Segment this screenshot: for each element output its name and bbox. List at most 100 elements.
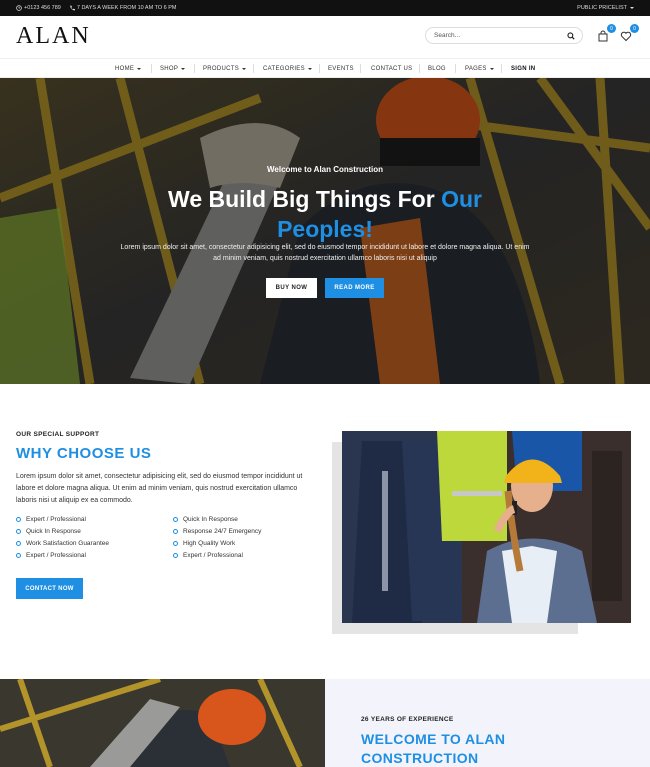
heart-icon (620, 31, 632, 42)
read-more-button[interactable]: READ MORE (325, 278, 384, 298)
chevron-down-icon (489, 67, 494, 70)
circle-bullet-icon (173, 553, 178, 558)
nav-item-contact-us[interactable]: CONTACT US (371, 59, 412, 78)
feature-label: Quick In Response (183, 516, 238, 523)
circle-bullet-icon (173, 517, 178, 522)
nav-label: CATEGORIES (263, 65, 305, 72)
nav-divider (455, 64, 456, 73)
feature-item: Expert / Professional (16, 516, 86, 523)
phone-text: +0123 456 789 (24, 5, 61, 11)
chevron-down-icon (137, 67, 142, 70)
hero-title: We Build Big Things For Our Peoples! (0, 184, 650, 244)
nav-divider (360, 64, 361, 73)
clock-icon (16, 5, 22, 11)
nav-label: BLOG (428, 65, 446, 72)
hero-title-text: We Build Big Things For (168, 186, 435, 212)
hero-description: Lorem ipsum dolor sit amet, consectetur … (120, 244, 530, 262)
feature-item: Expert / Professional (173, 552, 243, 559)
chevron-down-icon (630, 7, 634, 9)
nav-label: PRODUCTS (203, 65, 240, 72)
nav-divider (253, 64, 254, 73)
nav-label: SHOP (160, 65, 179, 72)
top-bar: +0123 456 789 7 DAYS A WEEK FROM 10 AM T… (0, 0, 650, 16)
search-input[interactable] (434, 32, 554, 39)
buy-now-button[interactable]: BUY NOW (266, 278, 317, 298)
about-title-line2: CONSTRUCTION (361, 750, 479, 766)
hero-subtitle: Welcome to Alan Construction (266, 165, 383, 174)
pricelist-dropdown[interactable]: PUBLIC PRICELIST (577, 5, 634, 11)
about-title-line1: WELCOME TO ALAN (361, 731, 506, 747)
nav-divider (194, 64, 195, 73)
experience-label: 26 YEARS OF EXPERIENCE (361, 716, 454, 723)
hours-text: 7 DAYS A WEEK FROM 10 AM TO 6 PM (76, 5, 177, 11)
feature-label: Response 24/7 Emergency (183, 528, 262, 535)
chevron-down-icon (307, 67, 312, 70)
feature-item: High Quality Work (173, 540, 235, 547)
nav-divider (151, 64, 152, 73)
wishlist-count-badge: 0 (630, 24, 639, 33)
feature-item: Expert / Professional (16, 552, 86, 559)
about-panel: 26 YEARS OF EXPERIENCE WELCOME TO ALAN C… (325, 679, 650, 767)
shopping-bag-icon (598, 30, 608, 42)
feature-item: Quick In Response (16, 528, 81, 535)
hero-title-highlight: Our (441, 186, 482, 212)
nav-divider (319, 64, 320, 73)
nav-item-products[interactable]: PRODUCTS (203, 59, 247, 78)
nav-label: SIGN IN (511, 65, 536, 72)
chevron-down-icon (242, 67, 247, 70)
about-title: WELCOME TO ALAN CONSTRUCTION (361, 730, 505, 767)
feature-label: Work Satisfaction Guarantee (26, 540, 109, 547)
feature-item: Work Satisfaction Guarantee (16, 540, 109, 547)
worker-pipe-image (0, 679, 325, 767)
top-bar-contact: +0123 456 789 7 DAYS A WEEK FROM 10 AM T… (16, 5, 177, 11)
circle-bullet-icon (16, 541, 21, 546)
cart-button[interactable]: 0 (597, 24, 616, 43)
nav-item-categories[interactable]: CATEGORIES (263, 59, 312, 78)
nav-item-pages[interactable]: PAGES (465, 59, 494, 78)
feature-label: High Quality Work (183, 540, 236, 547)
wishlist-button[interactable]: 0 (620, 24, 639, 43)
phone-info: +0123 456 789 (16, 5, 61, 11)
nav-divider (419, 64, 420, 73)
feature-label: Quick In Response (26, 528, 81, 535)
feature-label: Expert / Professional (183, 552, 243, 559)
section-eyebrow: OUR SPECIAL SUPPORT (16, 431, 100, 438)
nav-label: EVENTS (328, 65, 354, 72)
section-description: Lorem ipsum dolor sit amet, consectetur … (16, 473, 303, 504)
phone-icon (70, 5, 75, 11)
circle-bullet-icon (16, 517, 21, 522)
worker-woman-image (342, 431, 631, 623)
circle-bullet-icon (173, 529, 178, 534)
feature-item: Response 24/7 Emergency (173, 528, 261, 535)
worker-photo (342, 431, 631, 623)
nav-item-blog[interactable]: BLOG (428, 59, 446, 78)
nav-item-shop[interactable]: SHOP (160, 59, 186, 78)
site-logo[interactable]: ALAN (16, 23, 91, 50)
pricelist-label: PUBLIC PRICELIST (577, 5, 627, 11)
nav-item-home[interactable]: HOME (115, 59, 142, 78)
chevron-down-icon (181, 67, 186, 70)
hours-info: 7 DAYS A WEEK FROM 10 AM TO 6 PM (69, 5, 177, 11)
nav-divider (501, 64, 502, 73)
search-icon[interactable] (567, 32, 575, 40)
feature-label: Expert / Professional (26, 552, 86, 559)
section-title: WHY CHOOSE US (16, 445, 152, 462)
nav-item-sign-in[interactable]: SIGN IN (511, 59, 535, 78)
search-box (425, 27, 583, 44)
circle-bullet-icon (173, 541, 178, 546)
nav-label: CONTACT US (371, 65, 413, 72)
hero-banner: Welcome to Alan Construction We Build Bi… (0, 78, 650, 384)
feature-item: Quick In Response (173, 516, 238, 523)
cart-count-badge: 0 (607, 24, 616, 33)
feature-label: Expert / Professional (26, 516, 86, 523)
circle-bullet-icon (16, 529, 21, 534)
nav-label: HOME (115, 65, 135, 72)
nav-label: PAGES (465, 65, 487, 72)
circle-bullet-icon (16, 553, 21, 558)
contact-now-button[interactable]: CONTACT NOW (16, 578, 83, 599)
about-image (0, 679, 325, 767)
nav-item-events[interactable]: EVENTS (328, 59, 354, 78)
hero-title-highlight-2: Peoples! (277, 216, 373, 242)
main-nav: HOME SHOP PRODUCTS CATEGORIES EVENTS CON… (0, 58, 650, 78)
site-header: ALAN 0 0 (0, 16, 650, 58)
